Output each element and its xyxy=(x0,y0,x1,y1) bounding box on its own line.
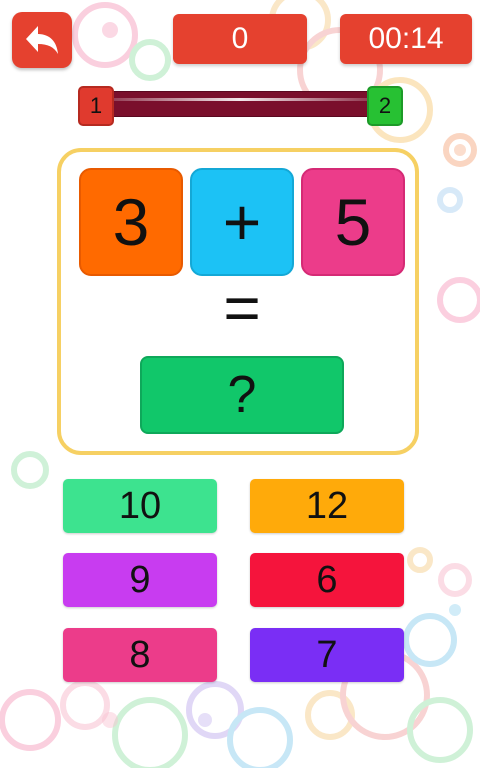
progress-start-marker: 1 xyxy=(78,86,114,126)
answer-option[interactable]: 8 xyxy=(63,628,217,682)
score-display: 0 xyxy=(173,14,307,64)
answer-option-label: 12 xyxy=(305,484,349,527)
answer-placeholder: ? xyxy=(227,366,257,424)
right-operand: 5 xyxy=(334,185,372,259)
progress-end-marker: 2 xyxy=(367,86,403,126)
answer-option[interactable]: 7 xyxy=(250,628,404,682)
level-progress-track xyxy=(96,91,383,117)
score-value: 0 xyxy=(231,22,249,55)
equals-symbol: = xyxy=(223,272,261,344)
track-shine xyxy=(103,98,376,101)
left-operand-tile: 3 xyxy=(79,168,183,276)
answer-option[interactable]: 10 xyxy=(63,479,217,533)
operator-tile: + xyxy=(190,168,294,276)
answer-option-label: 9 xyxy=(129,558,151,601)
answer-option[interactable]: 9 xyxy=(63,553,217,607)
answer-option[interactable]: 12 xyxy=(250,479,404,533)
answer-option-label: 10 xyxy=(118,484,162,527)
timer-display: 00:14 xyxy=(340,14,472,64)
answer-option-label: 6 xyxy=(316,558,338,601)
progress-end-label: 2 xyxy=(378,93,392,118)
right-operand-tile: 5 xyxy=(301,168,405,276)
operator: + xyxy=(222,185,262,259)
answer-option-label: 7 xyxy=(316,633,338,676)
progress-start-label: 1 xyxy=(89,93,103,118)
answer-option[interactable]: 6 xyxy=(250,553,404,607)
back-button[interactable] xyxy=(12,12,72,68)
equals-sign: = xyxy=(190,272,294,344)
left-operand: 3 xyxy=(112,185,150,259)
answer-option-label: 8 xyxy=(129,633,151,676)
back-arrow-icon xyxy=(26,26,58,54)
timer-value: 00:14 xyxy=(368,22,444,55)
answer-box: ? xyxy=(140,356,344,434)
